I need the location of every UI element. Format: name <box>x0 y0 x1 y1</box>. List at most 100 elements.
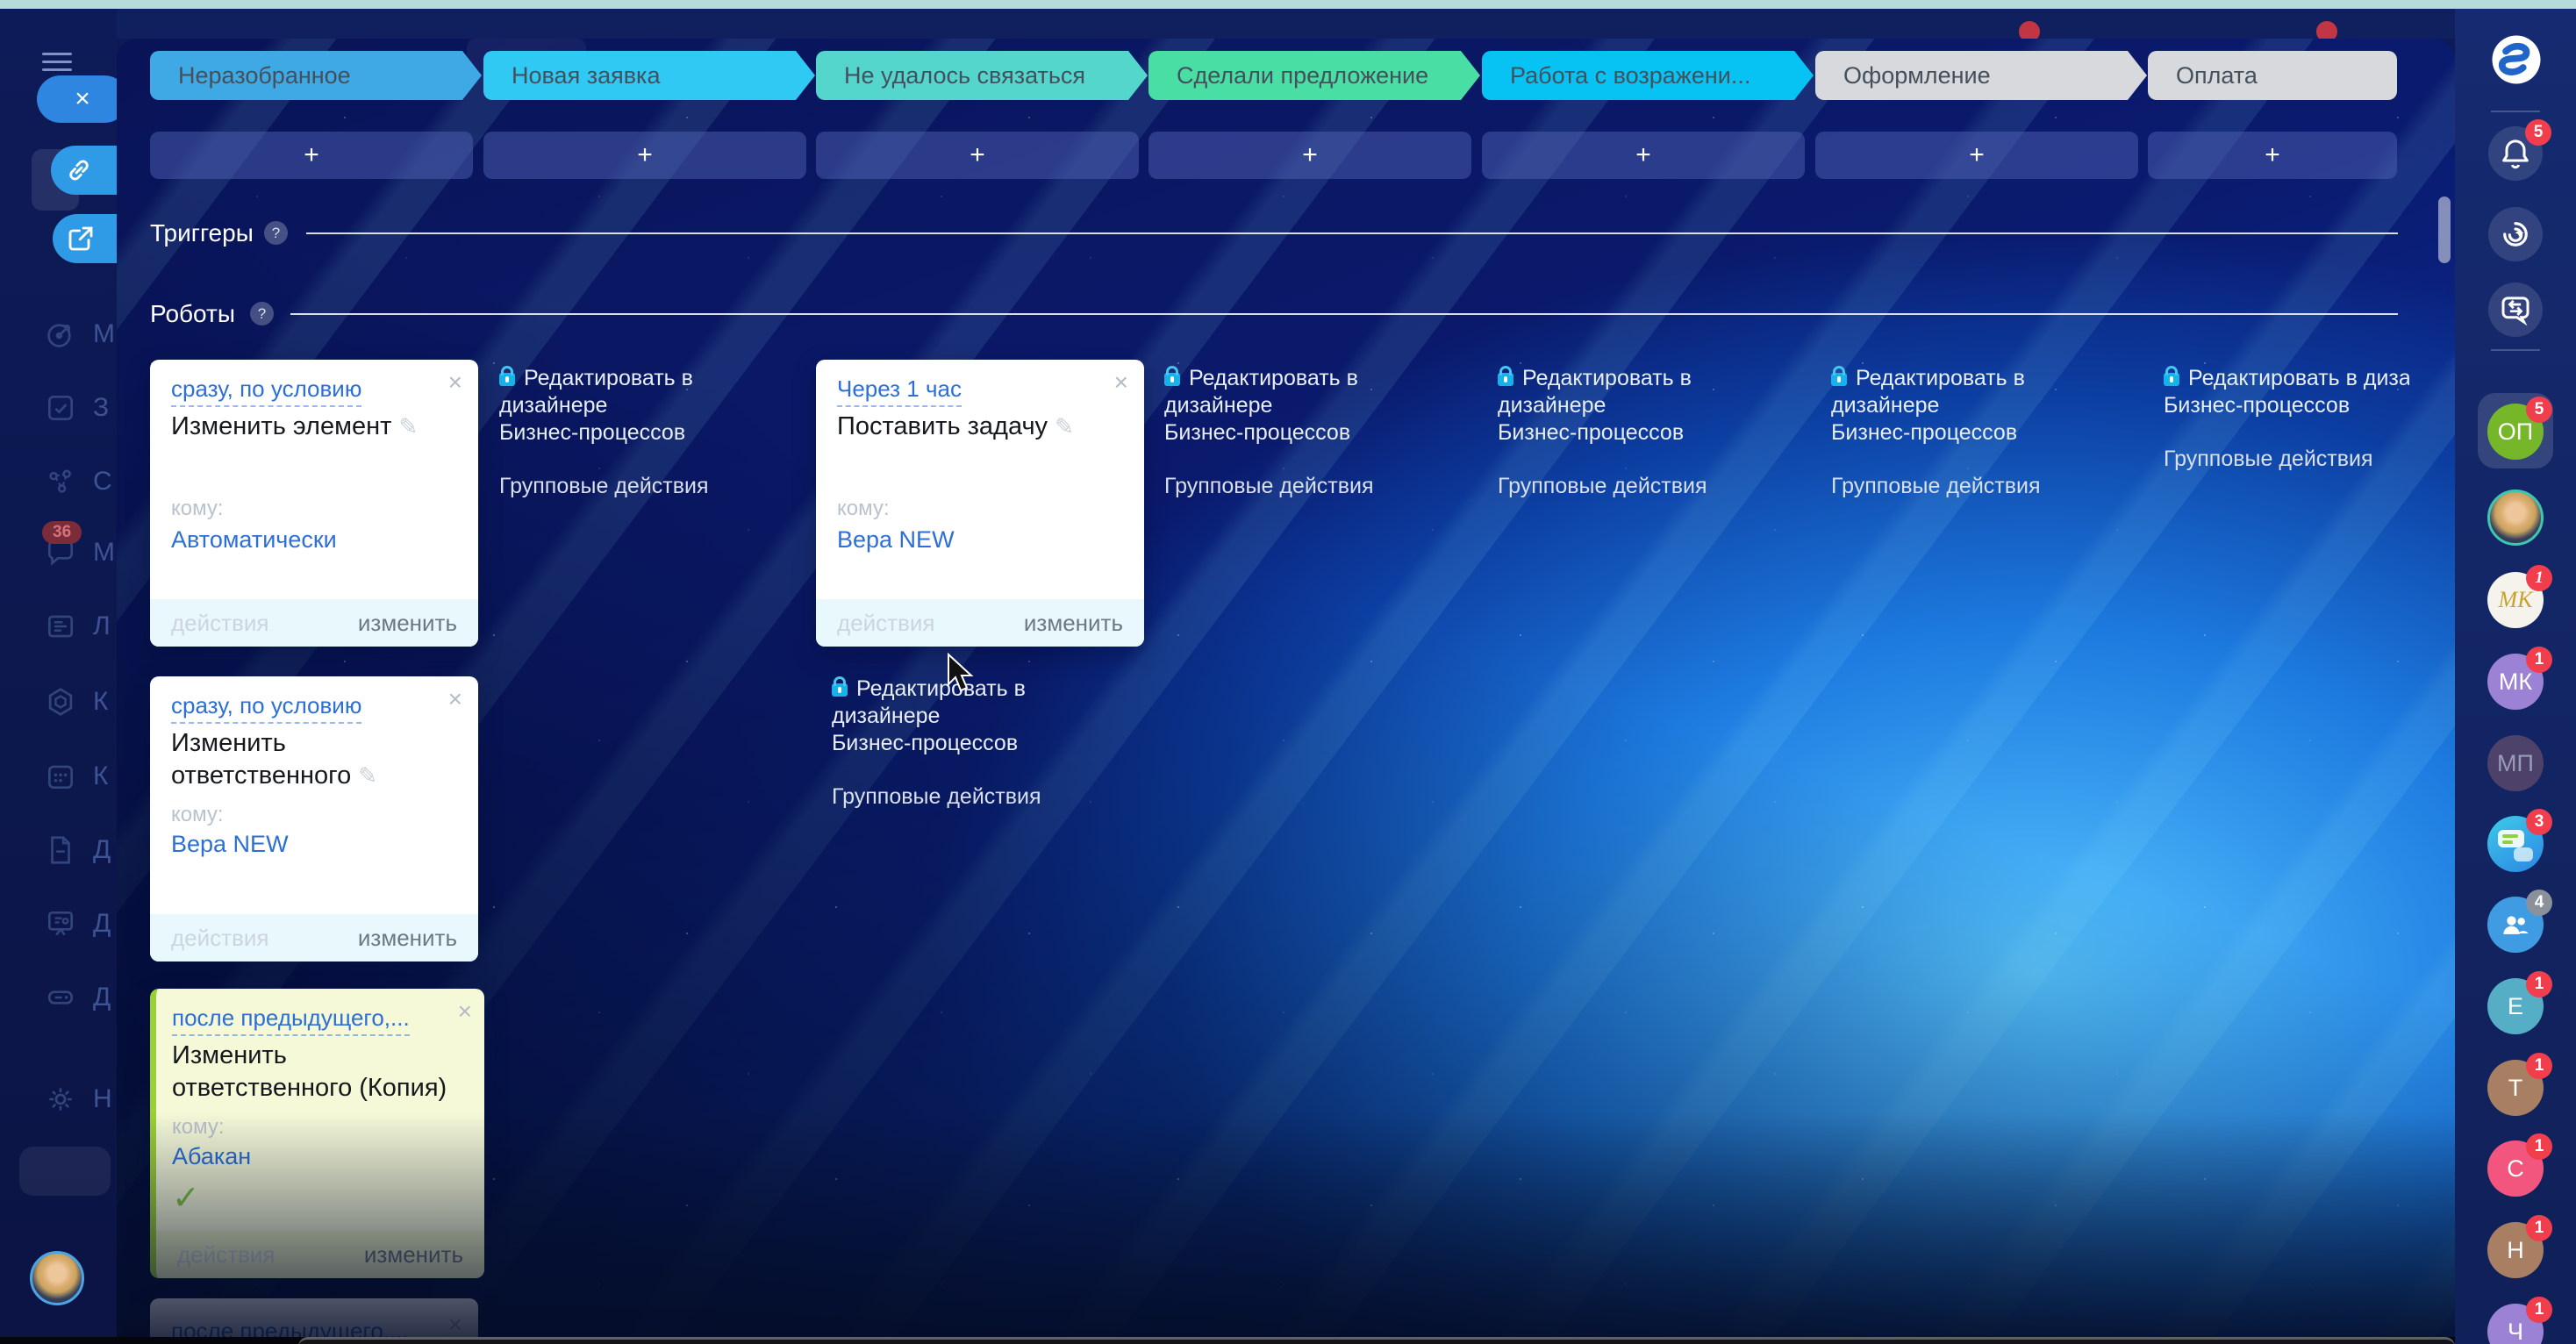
sidebar-item-documents[interactable]: Д <box>44 833 111 867</box>
add-robot-button[interactable]: + <box>1482 132 1805 179</box>
messenger-sync-button[interactable] <box>2488 282 2543 337</box>
copilot-button[interactable] <box>2488 207 2543 261</box>
bitrix24-logo[interactable] <box>2490 33 2543 86</box>
close-icon[interactable]: × <box>458 1001 472 1022</box>
add-robot-button[interactable]: + <box>1815 132 2138 179</box>
chat-avatar-mk[interactable]: МК 1 <box>2487 654 2544 710</box>
sidebar-item-company[interactable]: К <box>44 685 108 718</box>
bp-designer-note: Редактировать в дизайнере Бизнес-процесс… <box>499 365 789 500</box>
edit-pencil-icon[interactable]: ✎ <box>1055 413 1074 440</box>
add-robot-button[interactable]: + <box>483 132 806 179</box>
close-icon[interactable]: × <box>448 1314 462 1335</box>
robot-timing-link[interactable]: после предыдущего,... <box>171 1318 409 1337</box>
group-actions-link[interactable]: Групповые действия <box>1831 473 2121 500</box>
edit-in-designer-link[interactable]: Редактировать в дизайнере <box>499 365 789 419</box>
actions-button[interactable]: действия <box>171 610 268 637</box>
actions-button[interactable]: действия <box>837 610 934 637</box>
group-actions-link[interactable]: Групповые действия <box>832 783 1121 811</box>
close-icon[interactable]: × <box>448 372 462 393</box>
assignee-link[interactable]: Вера NEW <box>171 831 289 858</box>
sidebar-item-marketing[interactable]: М <box>44 318 115 351</box>
edit-button[interactable]: изменить <box>358 610 457 637</box>
robot-timing-link[interactable]: сразу, по условию <box>171 375 361 407</box>
robot-timing-link[interactable]: после предыдущего,... <box>172 1004 410 1036</box>
robots-help-icon[interactable]: ? <box>250 302 274 325</box>
sidebar-item-drive[interactable]: Д <box>44 981 111 1014</box>
robot-timing-link[interactable]: Через 1 час <box>837 375 962 407</box>
sidebar-item-tasks[interactable]: З <box>44 391 109 425</box>
stage-offer-made[interactable]: Сделали предложение <box>1148 51 1480 100</box>
robot-title: Изменить ответственного (Копия) <box>172 1040 462 1105</box>
edit-in-designer-link[interactable]: Редактировать в дизайнере <box>1831 365 2121 419</box>
robot-timing-link[interactable]: сразу, по условию <box>171 692 361 724</box>
edit-button[interactable]: изменить <box>358 925 457 952</box>
edit-button[interactable]: изменить <box>1024 610 1123 637</box>
plus-icon: + <box>1969 140 1985 170</box>
stage-new-request[interactable]: Новая заявка <box>483 51 815 100</box>
robot-card-partial: после предыдущего,... × <box>150 1298 478 1337</box>
chat-avatar-s[interactable]: С 1 <box>2487 1140 2544 1197</box>
stage-processing[interactable]: Оформление <box>1815 51 2147 100</box>
robot-card: сразу, по условию × Изменить элемент✎ ко… <box>150 360 478 647</box>
sidebar-bottom-button[interactable] <box>19 1147 111 1196</box>
sidebar-item-sites[interactable]: С <box>44 465 112 498</box>
edit-in-designer-link[interactable]: Редактировать в дизайнере <box>1498 365 1787 419</box>
chat-avatar-mp[interactable]: МП <box>2487 735 2544 791</box>
close-icon[interactable]: × <box>448 689 462 710</box>
board-icon <box>44 907 77 940</box>
robot-card-footer: действия изменить <box>156 1231 484 1278</box>
edit-in-designer-link[interactable]: Редактировать в дизайнере <box>832 676 1121 730</box>
unread-badge: 1 <box>2526 1133 2552 1160</box>
right-sidebar: 5 ОП 5 МК 1 МК 1 МП 3 4 <box>2455 9 2576 1344</box>
chat-avatar-e[interactable]: Е 1 <box>2487 978 2544 1034</box>
stage-payment[interactable]: Оплата <box>2148 51 2397 100</box>
bp-designer-note: Редактировать в дизайнере Бизнес-процесс… <box>1164 365 1454 500</box>
stage-no-contact[interactable]: Не удалось связаться <box>816 51 1148 100</box>
notifications-button[interactable]: 5 <box>2488 126 2543 181</box>
actions-button[interactable]: действия <box>171 925 268 952</box>
triggers-help-icon[interactable]: ? <box>264 221 288 245</box>
add-robot-button[interactable]: + <box>150 132 473 179</box>
assignee-link[interactable]: Автоматически <box>171 526 337 554</box>
chat-avatar-mk-logo[interactable]: МК 1 <box>2487 572 2544 628</box>
sidebar-item-calendar[interactable]: К <box>44 760 108 793</box>
edit-button[interactable]: изменить <box>364 1241 463 1269</box>
close-icon[interactable]: × <box>1114 372 1128 393</box>
chat-avatar-t[interactable]: Т 1 <box>2487 1060 2544 1116</box>
external-link-icon <box>65 223 97 254</box>
menu-hamburger-icon[interactable] <box>42 47 72 76</box>
user-avatar[interactable] <box>30 1251 84 1305</box>
bp-designer-note: Редактировать в дизайнере Бизнес-процесс… <box>832 676 1121 811</box>
messenger-unread-badge: 36 <box>42 521 82 544</box>
unread-badge: 1 <box>2526 1215 2552 1241</box>
lock-icon <box>1164 373 1180 386</box>
chat-avatar-group[interactable]: 4 <box>2487 897 2544 953</box>
sidebar-item-settings[interactable]: Н <box>44 1083 112 1116</box>
add-robot-button[interactable]: + <box>816 132 1139 179</box>
edit-in-designer-link[interactable]: Редактировать в диза <box>2164 365 2409 392</box>
chat-avatar-stickers[interactable]: 3 <box>2487 816 2544 872</box>
group-actions-link[interactable]: Групповые действия <box>1498 473 1787 500</box>
assignee-link[interactable]: Вера NEW <box>837 526 955 554</box>
add-robot-button[interactable]: + <box>2148 132 2397 179</box>
edit-in-designer-link[interactable]: Редактировать в дизайнере <box>1164 365 1454 419</box>
sidebar-item-feed[interactable]: Л <box>44 610 111 643</box>
lock-icon <box>1498 373 1513 386</box>
stage-objections[interactable]: Работа с возражени... <box>1482 51 1814 100</box>
group-actions-link[interactable]: Групповые действия <box>2164 446 2409 473</box>
chat-avatar-op[interactable]: ОП 5 <box>2487 404 2544 460</box>
edit-pencil-icon[interactable]: ✎ <box>358 762 377 789</box>
assignee-link[interactable]: Абакан <box>172 1143 251 1170</box>
chat-avatar-n[interactable]: Н 1 <box>2487 1222 2544 1278</box>
group-actions-link[interactable]: Групповые действия <box>1164 473 1454 500</box>
add-robot-button[interactable]: + <box>1148 132 1471 179</box>
stage-unsorted[interactable]: Неразобранное <box>150 51 482 100</box>
sidebar-item-boards[interactable]: Д <box>44 907 111 940</box>
close-panel-button[interactable]: × <box>37 75 128 123</box>
chat-avatar-ch[interactable]: Ч 1 <box>2487 1304 2544 1344</box>
group-actions-link[interactable]: Групповые действия <box>499 473 789 500</box>
chat-avatar-photo[interactable] <box>2487 490 2544 546</box>
actions-button[interactable]: действия <box>177 1241 275 1269</box>
panel-scrollbar-thumb[interactable] <box>2438 197 2451 263</box>
edit-pencil-icon[interactable]: ✎ <box>398 413 418 440</box>
